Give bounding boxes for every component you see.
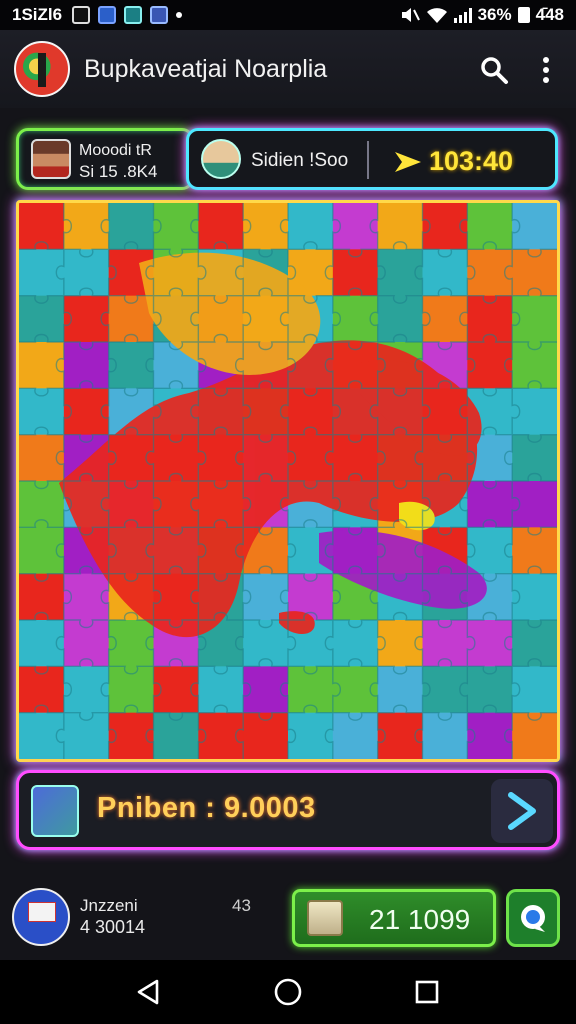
- player1-name: Mooodi tR: [79, 142, 152, 159]
- user-avatar[interactable]: [12, 888, 70, 946]
- puzzle-piece[interactable]: [19, 527, 65, 575]
- home-icon: [274, 978, 302, 1006]
- player1-score: Si 15 .8K4: [79, 162, 158, 181]
- game-notification-icon: [98, 6, 117, 24]
- wallet-icon: [307, 900, 343, 936]
- game-notification-icon-3: [150, 6, 169, 24]
- timer-arrow-icon: [395, 152, 421, 172]
- puzzle-pieces[interactable]: [19, 203, 557, 759]
- puzzle-piece[interactable]: [19, 712, 65, 759]
- chevron-right-icon: [508, 792, 536, 830]
- progress-panel: Pniben : 9.0003: [16, 770, 560, 850]
- signal-icon: [453, 7, 472, 23]
- puzzle-piece[interactable]: [512, 203, 557, 250]
- puzzle-piece[interactable]: [19, 620, 65, 667]
- chat-button[interactable]: [506, 889, 560, 947]
- divider: [367, 141, 369, 179]
- recents-button[interactable]: [407, 972, 447, 1012]
- wifi-icon: [426, 8, 447, 23]
- puzzle-piece[interactable]: [19, 203, 65, 250]
- game-notification-icon-2: [124, 6, 143, 24]
- puzzle-piece[interactable]: [377, 203, 423, 250]
- coins-button[interactable]: 21 1099: [292, 889, 496, 947]
- puzzle-piece[interactable]: [512, 573, 557, 621]
- home-button[interactable]: [268, 972, 308, 1012]
- app-logo: [14, 41, 70, 97]
- puzzle-piece[interactable]: [19, 342, 65, 389]
- mute-icon: [401, 8, 420, 22]
- player2-name: Sidien !Soo: [251, 150, 349, 171]
- puzzle-piece[interactable]: [512, 481, 557, 528]
- user-name: Jnzzeni: [80, 896, 138, 915]
- search-button[interactable]: [474, 50, 514, 90]
- more-vert-icon: [543, 57, 549, 83]
- back-button[interactable]: [129, 972, 169, 1012]
- notification-icons: [72, 6, 183, 24]
- player2-card[interactable]: Sidien !Soo 103:40: [186, 128, 558, 190]
- more-options-button[interactable]: [526, 50, 566, 90]
- puzzle-piece[interactable]: [512, 388, 557, 436]
- player1-card[interactable]: Mooodi tR Si 15 .8K4: [16, 128, 194, 190]
- player1-avatar: [31, 139, 71, 179]
- app-header: Bupkaveatjai Noarplia: [0, 30, 576, 108]
- puzzle-piece[interactable]: [512, 295, 557, 343]
- next-button[interactable]: [491, 779, 553, 843]
- navigation-bar: [0, 960, 576, 1024]
- battery-percent: 36%: [477, 5, 512, 24]
- puzzle-piece[interactable]: [512, 666, 557, 714]
- chat-bubble-icon: [521, 905, 545, 932]
- status-time: 1SiZl6: [12, 5, 63, 24]
- coins-value: 21 1099: [369, 904, 471, 935]
- piece-preview-slot[interactable]: [31, 785, 79, 837]
- search-icon: [481, 57, 508, 84]
- level-value: 43: [232, 896, 251, 915]
- progress-label: Pniben : 9.0003: [97, 792, 316, 824]
- app-title: Bupkaveatjai Noarplia: [84, 54, 328, 83]
- puzzle-board[interactable]: [16, 200, 560, 762]
- puzzle-piece[interactable]: [467, 203, 513, 250]
- status-extra: 4̄48: [535, 5, 564, 24]
- battery-icon: [517, 7, 530, 23]
- puzzle-piece[interactable]: [19, 249, 65, 297]
- game-timer: 103:40: [429, 146, 514, 176]
- recents-icon: [415, 980, 438, 1004]
- back-icon: [138, 979, 159, 1005]
- puzzle-piece[interactable]: [19, 434, 65, 482]
- status-bar: 1SiZl6 36% 4̄48: [0, 0, 576, 30]
- puzzle-piece[interactable]: [198, 203, 244, 250]
- user-score: 4 30014: [80, 917, 146, 937]
- player2-avatar: [201, 139, 241, 179]
- puzzle-piece[interactable]: [108, 203, 154, 250]
- puzzle-piece[interactable]: [288, 203, 334, 250]
- more-notifications-dot: [176, 12, 183, 18]
- bottom-bar: Jnzzeni 4 30014 43 21 1099: [0, 876, 576, 960]
- app-notification-icon: [72, 6, 91, 24]
